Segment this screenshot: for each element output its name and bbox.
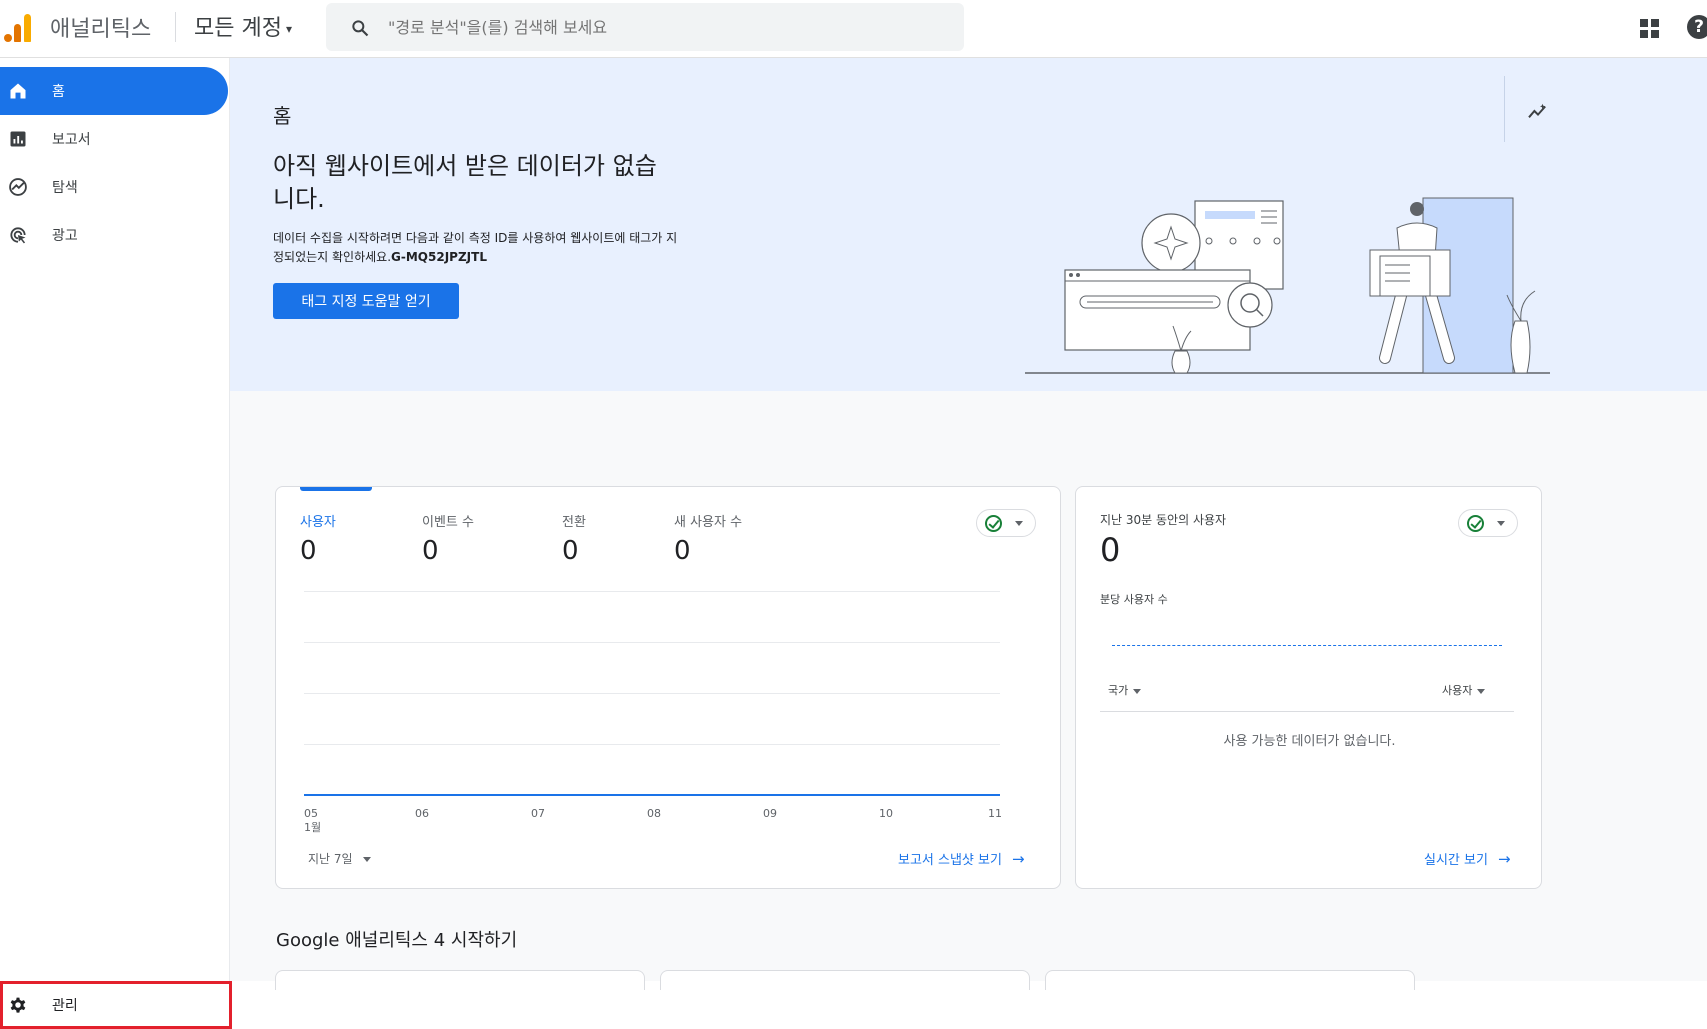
metric-value: 0	[300, 536, 317, 566]
x-tick: 06	[415, 807, 429, 820]
apps-grid-icon[interactable]	[1640, 19, 1660, 39]
sidebar-item-explore[interactable]: 탐색	[0, 163, 228, 211]
account-selector[interactable]: 모든 계정 ▾	[194, 10, 292, 42]
section-heading: Google 애널리틱스 4 시작하기	[276, 930, 518, 951]
check-circle-icon	[985, 515, 1002, 532]
home-icon	[7, 80, 29, 102]
users-per-minute-line	[1112, 645, 1502, 646]
arrow-right-icon: →	[1011, 850, 1025, 868]
chart-gridline	[304, 642, 1000, 643]
insights-button[interactable]	[1504, 76, 1558, 142]
metric-event-count[interactable]: 이벤트 수 0	[422, 511, 474, 566]
realtime-title: 지난 30분 동안의 사용자	[1100, 513, 1227, 527]
metric-label: 이벤트 수	[422, 515, 474, 530]
arrow-right-icon: →	[1497, 850, 1511, 868]
hero-banner: 홈 아직 웹사이트에서 받은 데이터가 없습니다. 데이터 수집을 시작하려면 …	[230, 58, 1707, 391]
admin-label: 관리	[52, 998, 78, 1014]
hero-headline: 아직 웹사이트에서 받은 데이터가 없습니다.	[273, 152, 657, 213]
getting-started-card[interactable]	[660, 970, 1030, 990]
metric-label: 사용자	[300, 515, 336, 530]
chevron-down-icon	[1497, 521, 1505, 526]
hero-description: 데이터 수집을 시작하려면 다음과 같이 측정 ID를 사용하여 웹사이트에 태…	[273, 229, 683, 267]
chevron-down-icon	[1477, 688, 1486, 694]
x-tick: 11	[988, 807, 1002, 820]
metric-value: 0	[422, 536, 439, 566]
app-title: 애널리틱스	[50, 17, 152, 42]
page-title: 홈	[273, 104, 292, 128]
metric-label: 전환	[562, 515, 586, 530]
column-label: 국가	[1108, 684, 1129, 697]
table-divider	[1100, 711, 1514, 712]
metric-conversions[interactable]: 전환 0	[562, 511, 586, 566]
realtime-subtitle: 분당 사용자 수	[1100, 593, 1168, 606]
x-tick: 10	[879, 807, 893, 820]
ads-icon	[7, 224, 29, 246]
metric-users[interactable]: 사용자 0	[300, 511, 336, 566]
analytics-logo-icon[interactable]	[4, 12, 34, 42]
tagging-help-button[interactable]: 태그 지정 도움말 얻기	[273, 283, 459, 319]
search-bar[interactable]	[326, 3, 964, 51]
users-column-dropdown[interactable]: 사용자	[1442, 682, 1486, 698]
metric-label: 새 사용자 수	[674, 515, 743, 530]
sidebar-item-label: 홈	[52, 84, 65, 100]
chevron-down-icon	[1015, 521, 1023, 526]
getting-started-card[interactable]	[275, 970, 645, 990]
chart-gridline	[304, 693, 1000, 694]
data-quality-status[interactable]	[976, 509, 1036, 537]
chevron-down-icon	[1133, 688, 1142, 694]
chevron-down-icon: ▾	[285, 22, 292, 36]
sidebar-item-label: 보고서	[52, 132, 91, 148]
users-series-line	[304, 794, 1000, 796]
search-input[interactable]	[388, 13, 948, 41]
sidebar-item-label: 광고	[52, 228, 78, 244]
x-month-label: 1월	[304, 821, 322, 834]
gear-icon	[7, 994, 29, 1016]
link-label: 보고서 스냅샷 보기	[898, 853, 1002, 868]
bar-chart-icon	[7, 128, 29, 150]
measurement-id: G-MQ52JPZJTL	[391, 250, 487, 264]
getting-started-card[interactable]	[1045, 970, 1415, 990]
country-column-dropdown[interactable]: 국가	[1108, 682, 1142, 698]
account-label: 모든 계정	[194, 16, 282, 41]
main-content: 홈 아직 웹사이트에서 받은 데이터가 없습니다. 데이터 수집을 시작하려면 …	[230, 58, 1707, 990]
sidebar-item-reports[interactable]: 보고서	[0, 115, 228, 163]
search-icon	[352, 20, 369, 37]
sidebar-item-ads[interactable]: 광고	[0, 211, 228, 259]
date-range-label: 지난 7일	[308, 852, 353, 866]
link-label: 실시간 보기	[1424, 853, 1488, 868]
explore-icon	[7, 176, 29, 198]
header-divider	[175, 12, 176, 42]
data-quality-status[interactable]	[1458, 509, 1518, 537]
metric-value: 0	[562, 536, 579, 566]
sidebar-item-home[interactable]: 홈	[0, 67, 228, 115]
metric-value: 0	[674, 536, 691, 566]
empty-state-text: 사용 가능한 데이터가 없습니다.	[1223, 734, 1396, 749]
metric-new-users[interactable]: 새 사용자 수 0	[674, 511, 742, 566]
chart-gridline	[304, 744, 1000, 745]
sidebar-item-label: 탐색	[52, 180, 78, 196]
hero-illustration	[1025, 197, 1550, 374]
x-tick: 07	[531, 807, 545, 820]
left-nav: 홈 보고서 탐색 광고 관리	[0, 58, 232, 1029]
view-realtime-link[interactable]: 실시간 보기 →	[1424, 849, 1511, 868]
realtime-value: 0	[1100, 531, 1121, 569]
help-icon[interactable]: ?	[1687, 15, 1707, 39]
insights-icon	[1528, 103, 1546, 118]
sidebar-item-admin[interactable]: 관리	[0, 981, 232, 1029]
x-tick: 09	[763, 807, 777, 820]
column-label: 사용자	[1442, 684, 1473, 697]
view-reports-snapshot-link[interactable]: 보고서 스냅샷 보기 →	[898, 849, 1025, 868]
date-range-dropdown[interactable]: 지난 7일	[308, 850, 371, 867]
selected-tab-indicator	[300, 487, 372, 491]
check-circle-icon	[1467, 515, 1484, 532]
top-app-bar: 애널리틱스 모든 계정▾ ?	[0, 0, 1707, 58]
x-tick: 08	[647, 807, 661, 820]
realtime-card: 지난 30분 동안의 사용자 0 분당 사용자 수 국가 사용자 사용 가능한 …	[1075, 486, 1542, 889]
chart-gridline	[304, 591, 1000, 592]
chevron-down-icon	[362, 857, 371, 862]
overview-card: 사용자 0 이벤트 수 0 전환 0 새 사용자 수 0 05 1월 06 07…	[275, 486, 1061, 889]
